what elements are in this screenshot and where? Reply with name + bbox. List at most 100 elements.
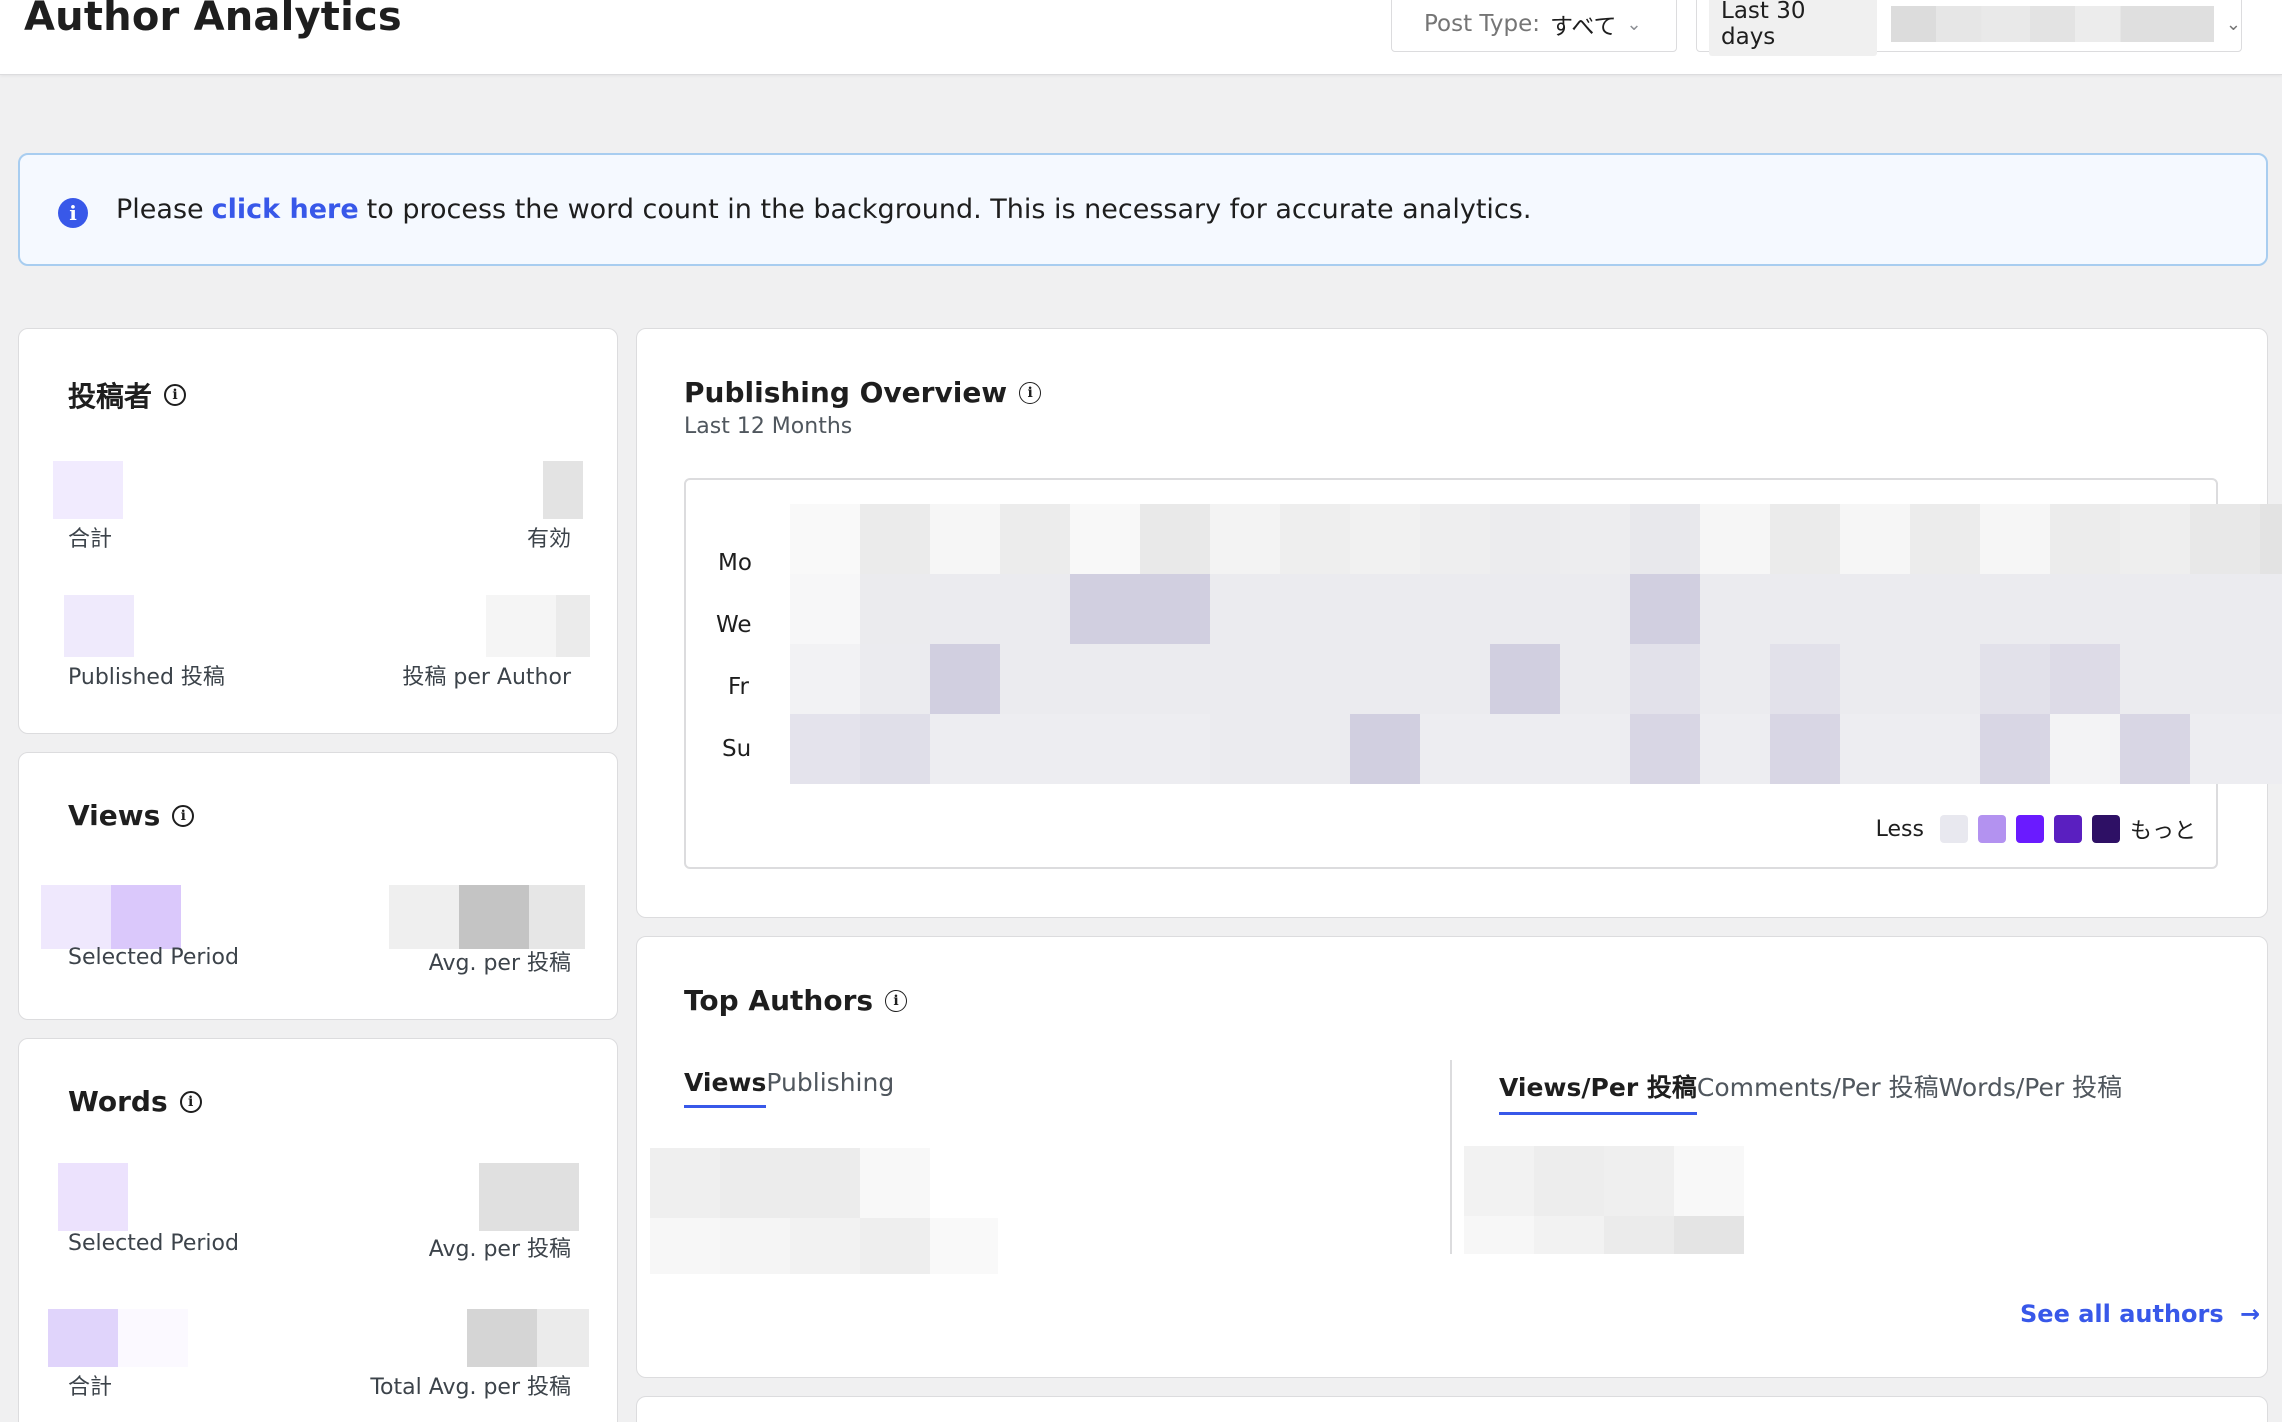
info-icon[interactable]: i — [172, 804, 195, 827]
see-all-authors-link[interactable]: See all authors → — [2020, 1300, 2260, 1328]
heatmap-cell[interactable] — [1630, 504, 1700, 574]
heatmap-cell[interactable] — [1070, 714, 1140, 784]
heatmap-cell[interactable] — [1140, 644, 1210, 714]
heatmap-cell[interactable] — [1280, 714, 1350, 784]
heatmap-cell[interactable] — [2120, 644, 2190, 714]
heatmap-cell[interactable] — [2190, 714, 2260, 784]
heatmap-cell[interactable] — [1140, 714, 1210, 784]
heatmap-cell[interactable] — [1840, 574, 1910, 644]
tab-words-per-post[interactable]: Words/Per 投稿 — [1939, 1068, 2123, 1115]
heatmap-cell[interactable] — [2190, 504, 2260, 574]
heatmap-cell[interactable] — [1000, 574, 1070, 644]
post-type-filter[interactable]: Post Type: すべて ⌄ — [1391, 0, 1677, 52]
heatmap-cell[interactable] — [2120, 574, 2190, 644]
heatmap-cell[interactable] — [2050, 714, 2120, 784]
heatmap-cell[interactable] — [1980, 714, 2050, 784]
heatmap-cell[interactable] — [790, 714, 860, 784]
heatmap-cell[interactable] — [2260, 644, 2282, 714]
heatmap-cell[interactable] — [790, 574, 860, 644]
heatmap-cell[interactable] — [2190, 644, 2260, 714]
heatmap-cell[interactable] — [1280, 504, 1350, 574]
heatmap-cell[interactable] — [1910, 574, 1980, 644]
tab-views[interactable]: Views — [684, 1068, 767, 1108]
heatmap-cell[interactable] — [1210, 504, 1280, 574]
heatmap-cell[interactable] — [860, 574, 930, 644]
heatmap-cell[interactable] — [1980, 574, 2050, 644]
heatmap-cell[interactable] — [1910, 714, 1980, 784]
heatmap-cell[interactable] — [1490, 504, 1560, 574]
heatmap-cell[interactable] — [1560, 504, 1630, 574]
info-icon[interactable]: i — [179, 1090, 202, 1113]
heatmap-cell[interactable] — [2120, 714, 2190, 784]
heatmap-cell[interactable] — [1840, 714, 1910, 784]
heatmap-cell[interactable] — [930, 504, 1000, 574]
info-icon[interactable]: i — [1019, 381, 1042, 404]
heatmap-cell[interactable] — [1350, 574, 1420, 644]
heatmap-cell[interactable] — [1560, 644, 1630, 714]
heatmap-cell[interactable] — [1700, 504, 1770, 574]
heatmap-cell[interactable] — [1350, 644, 1420, 714]
heatmap-cell[interactable] — [1280, 574, 1350, 644]
heatmap-cell[interactable] — [860, 504, 930, 574]
heatmap-cell[interactable] — [1490, 644, 1560, 714]
info-icon[interactable]: i — [885, 989, 908, 1012]
heatmap-cell[interactable] — [1140, 504, 1210, 574]
heatmap-cell[interactable] — [930, 644, 1000, 714]
heatmap-cell[interactable] — [1070, 644, 1140, 714]
heatmap-cell[interactable] — [1070, 504, 1140, 574]
heatmap-cell[interactable] — [2050, 644, 2120, 714]
heatmap-cell[interactable] — [1560, 714, 1630, 784]
heatmap-cell[interactable] — [1000, 504, 1070, 574]
heatmap-cell[interactable] — [1770, 714, 1840, 784]
heatmap-cell[interactable] — [2120, 504, 2190, 574]
heatmap-cell[interactable] — [1000, 714, 1070, 784]
heatmap-cell[interactable] — [1980, 504, 2050, 574]
heatmap-cell[interactable] — [930, 714, 1000, 784]
heatmap-cell[interactable] — [1700, 644, 1770, 714]
heatmap-cell[interactable] — [860, 714, 930, 784]
info-icon[interactable]: i — [164, 384, 187, 406]
heatmap-cell[interactable] — [1560, 574, 1630, 644]
heatmap-cell[interactable] — [1210, 714, 1280, 784]
heatmap-cell[interactable] — [1770, 644, 1840, 714]
heatmap-cell[interactable] — [2190, 574, 2260, 644]
date-range-filter[interactable]: Last 30 days ⌄ — [1696, 0, 2242, 56]
heatmap-cell[interactable] — [2260, 714, 2282, 784]
heatmap-cell[interactable] — [1630, 574, 1700, 644]
heatmap-cell[interactable] — [1910, 504, 1980, 574]
heatmap-cell[interactable] — [1770, 574, 1840, 644]
tab-comments-per-post[interactable]: Comments/Per 投稿 — [1697, 1068, 1939, 1115]
heatmap-cell[interactable] — [790, 504, 860, 574]
tab-views-per-post[interactable]: Views/Per 投稿 — [1499, 1068, 1697, 1115]
heatmap-cell[interactable] — [1420, 714, 1490, 784]
heatmap-cell[interactable] — [1630, 714, 1700, 784]
heatmap-cell[interactable] — [1910, 644, 1980, 714]
heatmap-cell[interactable] — [1350, 504, 1420, 574]
heatmap-cell[interactable] — [1700, 714, 1770, 784]
heatmap-cell[interactable] — [1980, 644, 2050, 714]
heatmap-cell[interactable] — [1000, 644, 1070, 714]
heatmap-cell[interactable] — [1140, 574, 1210, 644]
heatmap-cell[interactable] — [1630, 644, 1700, 714]
heatmap-cell[interactable] — [2050, 574, 2120, 644]
heatmap-cell[interactable] — [1070, 574, 1140, 644]
heatmap-cell[interactable] — [1490, 714, 1560, 784]
heatmap-cell[interactable] — [1840, 644, 1910, 714]
heatmap-cell[interactable] — [1350, 714, 1420, 784]
heatmap-cell[interactable] — [1770, 504, 1840, 574]
heatmap-cell[interactable] — [2050, 504, 2120, 574]
heatmap-cell[interactable] — [930, 574, 1000, 644]
heatmap-cell[interactable] — [1700, 574, 1770, 644]
heatmap-cell[interactable] — [1420, 644, 1490, 714]
heatmap-cell[interactable] — [860, 644, 930, 714]
heatmap-cell[interactable] — [2260, 574, 2282, 644]
heatmap-cell[interactable] — [1210, 574, 1280, 644]
heatmap-cell[interactable] — [1840, 504, 1910, 574]
heatmap-cell[interactable] — [790, 644, 860, 714]
process-word-count-link[interactable]: click here — [212, 194, 359, 225]
heatmap-cell[interactable] — [1420, 504, 1490, 574]
tab-publishing[interactable]: Publishing — [766, 1068, 894, 1108]
heatmap-cell[interactable] — [1210, 644, 1280, 714]
heatmap-cell[interactable] — [1280, 644, 1350, 714]
heatmap-cell[interactable] — [1490, 574, 1560, 644]
